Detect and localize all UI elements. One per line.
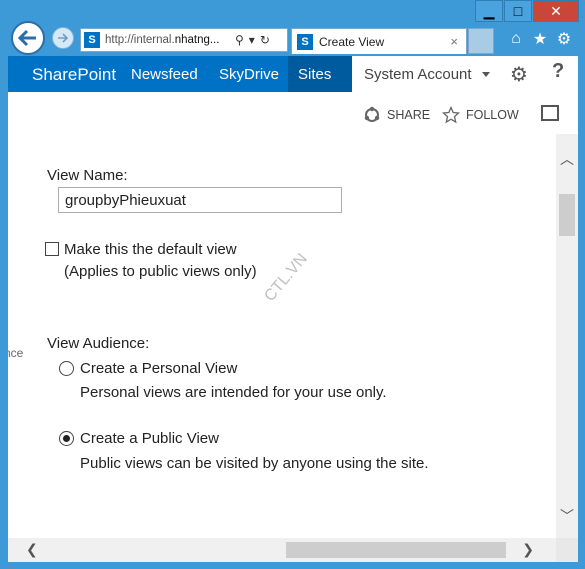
truncated-sidebar-text: nce xyxy=(8,346,24,360)
sharepoint-favicon-icon: S xyxy=(84,32,100,48)
browser-toolbar: ⌂ ★ ⚙ xyxy=(507,30,573,48)
sharepoint-favicon-icon: S xyxy=(297,33,313,50)
gear-icon[interactable]: ⚙ xyxy=(510,62,528,87)
horizontal-scrollbar[interactable]: ❮ ❯ xyxy=(8,538,556,562)
dropdown-icon[interactable]: ▾ xyxy=(249,33,255,47)
tab-create-view[interactable]: S Create View × xyxy=(291,28,467,54)
tab-close-icon[interactable]: × xyxy=(450,34,458,49)
close-window-button[interactable]: ✕ xyxy=(533,0,579,22)
watermark: CTL.VN xyxy=(261,250,311,305)
follow-label: FOLLOW xyxy=(466,108,519,122)
vertical-scroll-thumb[interactable] xyxy=(559,194,575,236)
search-icon[interactable]: ⚲ xyxy=(235,33,244,47)
favorites-star-icon[interactable]: ★ xyxy=(531,30,549,48)
share-label: SHARE xyxy=(387,108,431,122)
nav-newsfeed[interactable]: Newsfeed xyxy=(131,66,198,83)
view-audience-label: View Audience: xyxy=(47,335,150,352)
horizontal-scroll-thumb[interactable] xyxy=(286,542,506,558)
share-button[interactable]: SHARE xyxy=(363,106,430,124)
account-menu[interactable]: System Account xyxy=(364,66,472,83)
scrollbar-corner xyxy=(556,538,578,562)
view-name-input[interactable] xyxy=(58,187,342,213)
forward-button[interactable] xyxy=(52,27,74,49)
back-arrow-icon xyxy=(18,29,36,47)
minimize-button[interactable]: ▁ xyxy=(475,0,503,22)
window-controls: ▁ □ ✕ xyxy=(474,0,579,22)
help-icon[interactable]: ? xyxy=(552,60,564,83)
view-name-label: View Name: xyxy=(47,167,128,184)
back-button[interactable] xyxy=(11,21,45,55)
default-view-note: (Applies to public views only) xyxy=(64,263,257,280)
chevron-down-icon[interactable] xyxy=(482,72,490,77)
tab-title: Create View xyxy=(319,34,385,49)
scroll-left-icon[interactable]: ❮ xyxy=(26,541,38,558)
public-view-radio[interactable] xyxy=(59,431,74,446)
focus-content-icon[interactable] xyxy=(541,105,559,121)
personal-view-note: Personal views are intended for your use… xyxy=(80,384,387,401)
star-outline-icon xyxy=(442,106,460,124)
public-view-label: Create a Public View xyxy=(80,430,219,447)
public-view-note: Public views can be visited by anyone us… xyxy=(80,455,429,472)
forward-arrow-icon xyxy=(58,33,69,43)
address-text[interactable]: http://internal.nhatng... xyxy=(105,34,230,46)
personal-view-radio[interactable] xyxy=(59,361,74,376)
new-tab-button[interactable] xyxy=(468,28,494,54)
share-icon xyxy=(364,106,380,122)
nav-sites[interactable]: Sites xyxy=(298,66,331,83)
follow-button[interactable]: FOLLOW xyxy=(442,106,519,124)
scroll-right-icon[interactable]: ❯ xyxy=(522,541,534,558)
sharepoint-suite-bar: SharePoint Newsfeed SkyDrive Sites Syste… xyxy=(8,56,578,92)
default-view-label: Make this the default view xyxy=(64,241,237,258)
default-view-checkbox[interactable] xyxy=(45,242,59,256)
personal-view-label: Create a Personal View xyxy=(80,360,238,377)
page-action-bar: SHARE FOLLOW xyxy=(8,92,578,134)
address-bar[interactable]: S http://internal.nhatng... ⚲ ▾ ↻ xyxy=(80,28,288,52)
create-view-form: nce View Name: Make this the default vie… xyxy=(8,134,556,538)
nav-skydrive[interactable]: SkyDrive xyxy=(219,66,279,83)
maximize-button[interactable]: □ xyxy=(504,0,532,22)
scroll-down-icon[interactable]: ﹀ xyxy=(560,506,574,526)
brand-title[interactable]: SharePoint xyxy=(32,65,116,85)
home-icon[interactable]: ⌂ xyxy=(507,30,525,48)
account-area: System Account ⚙ ? xyxy=(352,56,578,92)
scroll-up-icon[interactable]: ︿ xyxy=(560,149,574,169)
refresh-icon[interactable]: ↻ xyxy=(260,33,270,47)
settings-gear-icon[interactable]: ⚙ xyxy=(555,30,573,48)
vertical-scrollbar[interactable]: ︿ ﹀ xyxy=(556,134,578,538)
